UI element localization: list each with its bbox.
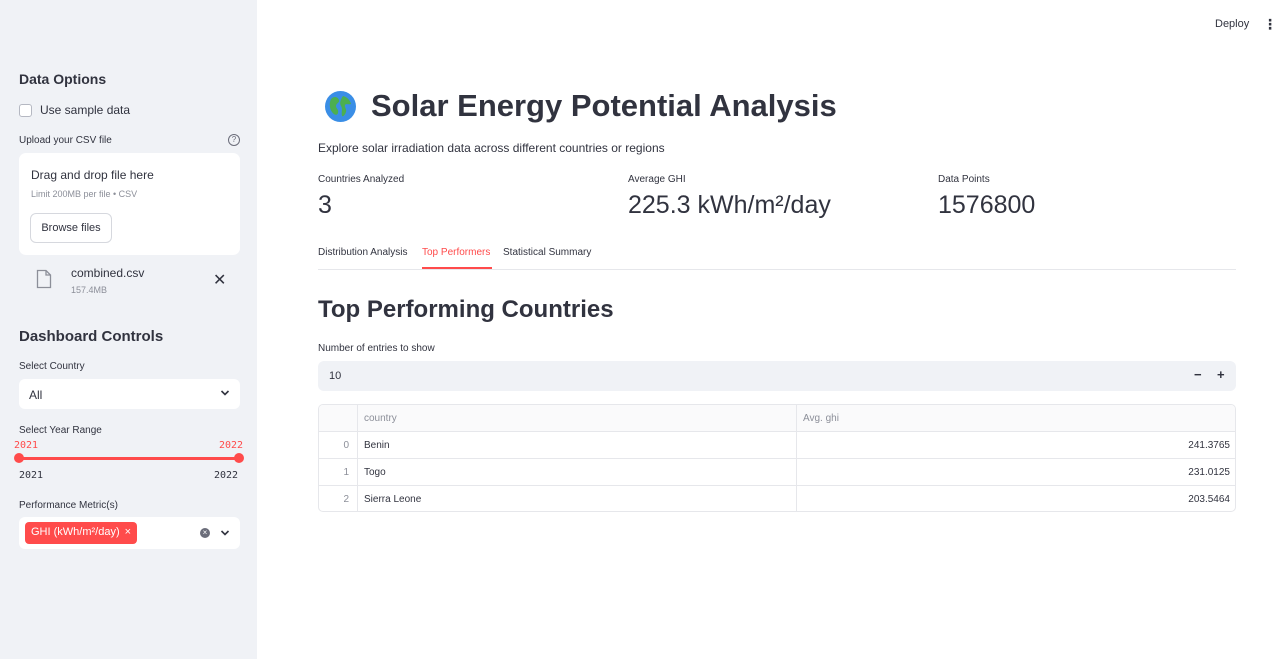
table-row: 0 Benin 241.3765 <box>319 432 1235 459</box>
chevron-down-icon <box>220 390 230 396</box>
sidebar: Data Options Use sample data Upload your… <box>0 0 257 659</box>
data-options-heading: Data Options <box>19 71 107 87</box>
file-size: 157.4MB <box>71 285 108 295</box>
metric-value: 1576800 <box>938 191 1036 219</box>
deploy-button[interactable]: Deploy <box>1215 18 1249 30</box>
section-title: Top Performing Countries <box>318 296 614 323</box>
country-select[interactable]: All <box>19 379 240 409</box>
file-dropzone[interactable]: Drag and drop file here Limit 200MB per … <box>19 153 240 255</box>
use-sample-label: Use sample data <box>40 103 131 117</box>
file-icon <box>36 269 52 289</box>
metric-average-ghi: Average GHI 225.3 kWh/m²/day <box>628 174 831 220</box>
header-country[interactable]: country <box>358 405 797 432</box>
metric-chip[interactable]: GHI (kWh/m²/day) × <box>25 522 138 544</box>
entries-number-input[interactable]: 10 − + <box>318 361 1236 391</box>
increment-button[interactable]: + <box>1217 367 1225 382</box>
metric-value: 225.3 kWh/m²/day <box>628 191 831 219</box>
metric-countries: Countries Analyzed 3 <box>318 174 404 220</box>
chevron-down-icon[interactable] <box>220 528 230 538</box>
active-tab-indicator <box>422 267 492 269</box>
year-high-value: 2022 <box>219 440 244 451</box>
slider-thumb-low[interactable] <box>14 453 24 463</box>
row-index: 0 <box>319 432 358 459</box>
entries-label: Number of entries to show <box>318 343 435 354</box>
country-cell[interactable]: Benin <box>358 432 797 459</box>
tab-top-performers[interactable]: Top Performers <box>422 247 490 258</box>
use-sample-checkbox[interactable]: Use sample data <box>19 103 130 117</box>
metric-label: Countries Analyzed <box>318 174 405 185</box>
top-performers-table: country Avg. ghi 0 Benin 241.3765 1 Togo… <box>318 404 1236 512</box>
page-subtitle: Explore solar irradiation data across di… <box>318 141 665 155</box>
country-cell[interactable]: Togo <box>358 459 797 486</box>
chip-remove-icon[interactable]: × <box>125 526 131 538</box>
metric-chip-label: GHI (kWh/m²/day) <box>31 526 120 538</box>
metric-data-points: Data Points 1576800 <box>938 174 1035 220</box>
entries-value[interactable]: 10 <box>329 370 341 382</box>
help-icon[interactable]: ? <box>228 134 240 146</box>
year-low-value: 2021 <box>14 440 39 451</box>
row-index: 2 <box>319 486 358 511</box>
tab-bar: Distribution Analysis Top Performers Sta… <box>318 247 1236 270</box>
ghi-cell[interactable]: 203.5464 <box>797 486 1235 511</box>
decrement-button[interactable]: − <box>1194 367 1202 382</box>
year-min-tick: 2021 <box>19 470 44 481</box>
country-select-label: Select Country <box>19 361 85 372</box>
dropzone-title: Drag and drop file here <box>31 168 154 182</box>
page-title-row: Solar Energy Potential Analysis <box>324 88 837 124</box>
kebab-menu-icon[interactable]: ⋮ <box>1263 16 1277 33</box>
browse-files-button[interactable]: Browse files <box>30 213 112 243</box>
checkbox-box[interactable] <box>19 103 32 117</box>
tab-distribution-analysis[interactable]: Distribution Analysis <box>318 247 407 258</box>
table-header-row: country Avg. ghi <box>319 405 1235 432</box>
dropzone-limit: Limit 200MB per file • CSV <box>31 189 138 199</box>
clear-icon[interactable]: × <box>200 528 210 538</box>
table-row: 2 Sierra Leone 203.5464 <box>319 486 1235 511</box>
performance-metric-label: Performance Metric(s) <box>19 500 118 511</box>
country-select-value: All <box>29 388 43 402</box>
upload-label: Upload your CSV file <box>19 135 112 146</box>
country-cell[interactable]: Sierra Leone <box>358 486 797 511</box>
header-avg-ghi[interactable]: Avg. ghi <box>797 405 1235 432</box>
dashboard-controls-heading: Dashboard Controls <box>19 328 164 345</box>
header-index-cell <box>319 405 358 432</box>
year-range-label: Select Year Range <box>19 425 102 436</box>
globe-icon <box>325 90 356 122</box>
file-name: combined.csv <box>71 266 145 280</box>
metric-label: Average GHI <box>628 174 686 185</box>
table-row: 1 Togo 231.0125 <box>319 459 1235 486</box>
metric-value: 3 <box>318 191 332 219</box>
page-title: Solar Energy Potential Analysis <box>371 88 837 123</box>
tab-statistical-summary[interactable]: Statistical Summary <box>503 247 591 258</box>
close-icon[interactable]: ✕ <box>213 270 226 290</box>
metric-label: Data Points <box>938 174 990 185</box>
row-index: 1 <box>319 459 358 486</box>
year-range-slider[interactable] <box>19 457 240 460</box>
uploaded-file: combined.csv 157.4MB ✕ <box>36 265 236 295</box>
year-max-tick: 2022 <box>214 470 239 481</box>
ghi-cell[interactable]: 241.3765 <box>797 432 1235 459</box>
ghi-cell[interactable]: 231.0125 <box>797 459 1235 486</box>
slider-thumb-high[interactable] <box>234 453 244 463</box>
performance-metric-multiselect[interactable]: GHI (kWh/m²/day) × × <box>19 517 240 549</box>
